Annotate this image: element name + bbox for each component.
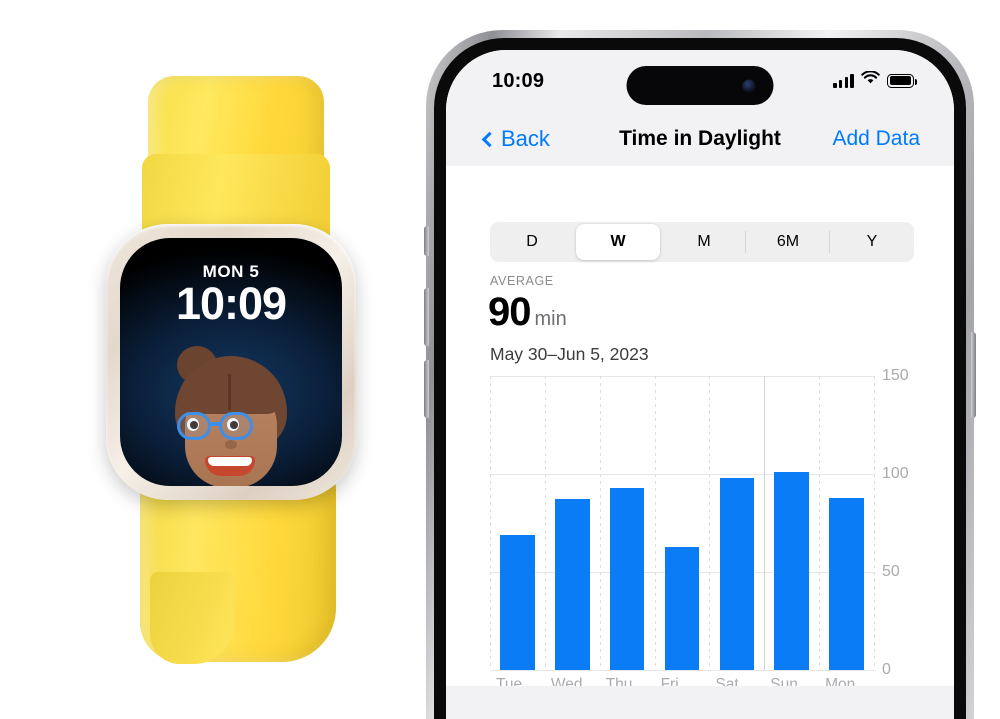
- average-value: 90: [488, 290, 531, 334]
- iphone-device: 10:09 Back Time in Daylight Add Data D W…: [424, 30, 976, 719]
- memoji-bangs: [179, 368, 283, 414]
- chart-bar[interactable]: [664, 546, 700, 670]
- chart-plot-area: [490, 376, 875, 671]
- segment-day[interactable]: D: [490, 222, 574, 262]
- chart-gridline: [490, 670, 874, 671]
- dynamic-island: [626, 66, 774, 105]
- chart-bar[interactable]: [500, 534, 535, 670]
- memoji-mouth: [205, 456, 255, 476]
- chart-y-tick-label: 150: [882, 367, 909, 384]
- chart-y-tick-label: 50: [882, 563, 900, 580]
- wifi-icon: [861, 70, 880, 90]
- segment-week[interactable]: W: [576, 224, 660, 260]
- status-bar: 10:09: [446, 50, 954, 112]
- navigation-bar: Back Time in Daylight Add Data: [446, 112, 954, 166]
- chart-bars: [490, 376, 874, 670]
- segment-day-label: D: [526, 233, 538, 250]
- cellular-signal-icon: [833, 73, 854, 88]
- memoji-glasses-bridge: [211, 422, 221, 426]
- segment-month[interactable]: M: [662, 222, 746, 262]
- volume-up-button[interactable]: [424, 288, 429, 346]
- segment-week-label: W: [610, 233, 626, 250]
- phone-screen: 10:09 Back Time in Daylight Add Data D W…: [446, 50, 954, 719]
- date-range: May 30–Jun 5, 2023: [490, 344, 649, 364]
- silent-switch[interactable]: [424, 226, 429, 256]
- chart-bar[interactable]: [609, 487, 645, 670]
- segment-year-label: Y: [866, 233, 878, 250]
- content-area: D W M 6M Y AVERAGE 90 min May 30–Jun 5, …: [446, 166, 954, 706]
- segment-six-month-label: 6M: [776, 233, 800, 250]
- chart-y-tick-label: 0: [882, 661, 891, 678]
- bottom-section: [446, 686, 954, 719]
- average-unit: min: [534, 308, 567, 330]
- segment-year[interactable]: Y: [830, 222, 914, 262]
- power-button[interactable]: [971, 332, 976, 418]
- memoji-glasses-right: [219, 412, 253, 440]
- back-button-label: Back: [501, 126, 550, 151]
- chevron-left-icon: [481, 131, 498, 147]
- add-data-button[interactable]: Add Data: [832, 127, 920, 151]
- time-range-segmented-control[interactable]: D W M 6M Y: [490, 222, 914, 262]
- average-label: AVERAGE: [490, 274, 554, 288]
- chart-bar[interactable]: [774, 472, 809, 670]
- watch-time: 10:09: [175, 278, 287, 329]
- watch-band-bottom: [140, 476, 336, 664]
- chart-bar[interactable]: [829, 497, 864, 670]
- chart-y-tick-label: 100: [882, 465, 909, 482]
- watch-screen[interactable]: MON 5 10:09: [120, 238, 342, 486]
- segment-six-month[interactable]: 6M: [746, 222, 830, 262]
- battery-full-icon: [887, 73, 917, 88]
- segment-month-label: M: [697, 233, 711, 250]
- status-bar-indicators: [833, 70, 917, 90]
- time-in-daylight-chart[interactable]: 0 50 100 150 Tue Wed Thu Fri Sat Sun Mon: [490, 367, 914, 706]
- back-button[interactable]: Back: [481, 126, 550, 152]
- chart-day-separator: [874, 376, 875, 670]
- average-value-row: 90 min: [488, 290, 567, 335]
- front-camera-icon: [742, 79, 756, 92]
- memoji-avatar: [161, 346, 301, 486]
- apple-watch: MON 5 10:09: [52, 76, 362, 664]
- screenshot-root: MON 5 10:09 10:09 Back Time in Daylight …: [0, 0, 1000, 719]
- status-bar-time: 10:09: [492, 70, 545, 92]
- volume-down-button[interactable]: [424, 360, 429, 418]
- chart-bar[interactable]: [555, 499, 590, 670]
- chart-bar[interactable]: [719, 477, 755, 670]
- memoji-glasses-left: [177, 412, 211, 440]
- memoji-teeth: [208, 457, 252, 466]
- memoji-nose: [225, 440, 237, 449]
